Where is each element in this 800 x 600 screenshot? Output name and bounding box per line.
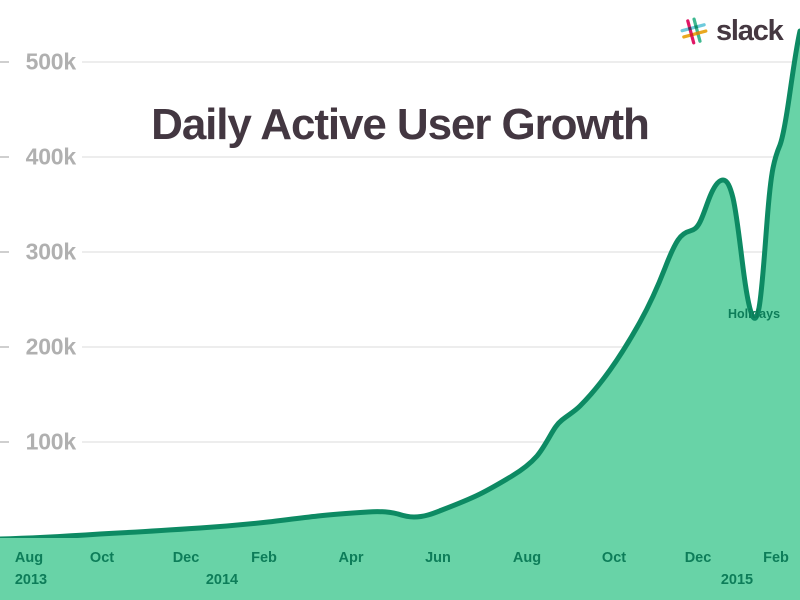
x-tick-label-feb-2015: Feb	[763, 550, 789, 566]
x-tick-label-oct-2013: Oct	[89, 550, 115, 566]
slack-daily-active-user-growth-chart: 500k 400k 300k 200k 100k Daily Active Us…	[0, 0, 800, 600]
chart-canvas	[0, 28, 800, 600]
holidays-annotation-label: Holidays	[727, 307, 781, 321]
x-tick-label-apr-2014: Apr	[338, 550, 364, 566]
x-year-label-2015: 2015	[720, 572, 754, 588]
slack-logo: slack	[679, 14, 784, 48]
x-tick-label-aug-2013: Aug	[14, 550, 44, 566]
y-tick-label-400k: 400k	[25, 143, 77, 170]
chart-title: Daily Active User Growth	[151, 100, 650, 149]
x-tick-label-dec-2013: Dec	[172, 550, 200, 566]
x-tick-label-aug-2014: Aug	[512, 550, 542, 566]
x-axis-band: Aug Oct Dec Feb Apr Jun Aug Oct Dec Feb …	[0, 538, 800, 600]
x-year-label-2013: 2013	[14, 572, 48, 588]
x-year-label-2014: 2014	[205, 572, 239, 588]
y-tick-label-300k: 300k	[25, 238, 77, 265]
y-tick-label-200k: 200k	[25, 333, 77, 360]
y-tick-label-500k: 500k	[25, 48, 77, 75]
x-tick-label-dec-2014: Dec	[684, 550, 712, 566]
x-tick-label-oct-2014: Oct	[601, 550, 627, 566]
slack-hash-icon	[680, 17, 708, 45]
x-tick-label-feb-2014: Feb	[251, 550, 277, 566]
x-tick-label-jun-2014: Jun	[425, 550, 451, 566]
y-tick-label-100k: 100k	[25, 428, 77, 455]
slack-wordmark: slack	[716, 14, 784, 47]
